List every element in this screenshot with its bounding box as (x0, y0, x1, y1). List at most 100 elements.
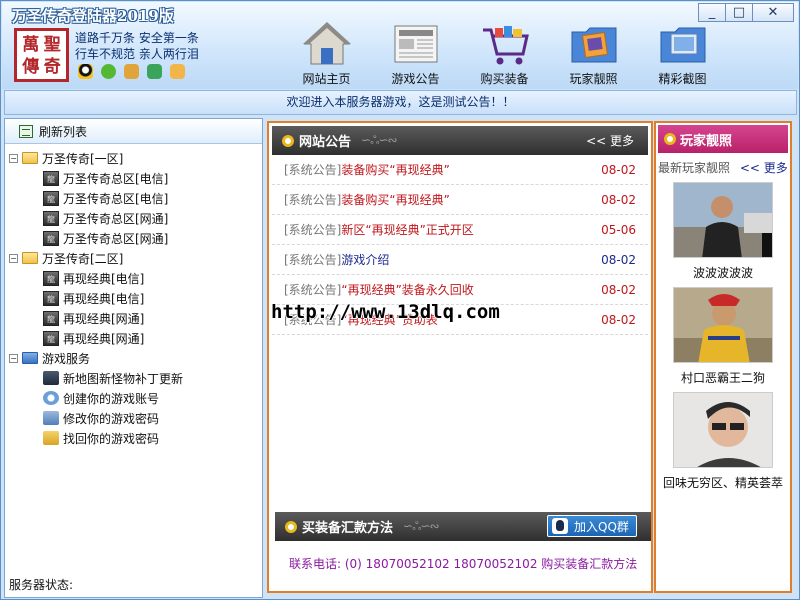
game-icon[interactable] (124, 64, 139, 79)
news-category: [系统公告] (284, 163, 342, 177)
server-tree: − 万圣传奇[一区] 龍万圣传奇总区[电信] 龍万圣传奇总区[电信] 龍万圣传奇… (5, 144, 262, 448)
news-title-link[interactable]: 游戏介绍 (341, 251, 389, 268)
window-title: 万圣传奇登陆器2019版 (12, 7, 174, 25)
tree-group[interactable]: − 万圣传奇[二区] (5, 248, 262, 268)
tree-item[interactable]: 龍万圣传奇总区[网通] (5, 208, 262, 228)
news-header: 网站公告 ∽ஃ∽∾ << 更多 (272, 126, 648, 155)
player-caption: 村口恶霸王二狗 (680, 371, 765, 385)
news-item[interactable]: [系统公告] 游戏介绍 08-02 (272, 245, 648, 275)
refresh-label: 刷新列表 (39, 124, 88, 139)
server-icon: 龍 (43, 310, 59, 326)
tree-item-label: 万圣传奇总区[网通] (63, 231, 169, 246)
nav-player-photos[interactable]: 玩家靓照 (549, 20, 638, 87)
ornament-icon: ∽ஃ∽∾ (403, 518, 440, 533)
tree-item[interactable]: 龍万圣传奇总区[电信] (5, 188, 262, 208)
news-item[interactable]: [系统公告] 装备购买“再现经典” 08-02 (272, 155, 648, 185)
server-list-panel: 刷新列表 − 万圣传奇[一区] 龍万圣传奇总区[电信] 龍万圣传奇总区[电信] … (4, 118, 263, 598)
home-icon (301, 20, 353, 68)
news-date: 08-02 (601, 312, 636, 327)
slogan-line: 行车不规范 亲人两行泪 (75, 47, 199, 61)
tree-group[interactable]: − 万圣传奇[一区] (5, 148, 262, 168)
tree-group-label: 万圣传奇[二区] (42, 251, 124, 266)
news-more-link[interactable]: << 更多 (586, 132, 634, 149)
bullet-icon (285, 520, 297, 533)
close-button[interactable]: ✕ (752, 3, 794, 22)
tree-item-label: 万圣传奇总区[网通] (63, 211, 169, 226)
news-title-link[interactable]: 装备购买“再现经典” (341, 161, 449, 178)
nav-label: 网站主页 (302, 72, 351, 86)
collapse-icon[interactable]: − (9, 353, 18, 363)
bullet-icon (282, 134, 294, 147)
collapse-icon[interactable]: − (9, 153, 18, 163)
phone-icon[interactable] (147, 64, 162, 79)
collapse-icon[interactable]: − (9, 253, 18, 263)
change-password-icon (43, 411, 59, 425)
tree-item[interactable]: 龍再现经典[网通] (5, 328, 262, 348)
news-category: [系统公告] (284, 193, 342, 207)
logo-char: 奇 (43, 57, 61, 77)
news-category: [系统公告] (284, 253, 342, 267)
news-item[interactable]: [系统公告] 新区“再现经典”正式开区 05-06 (272, 215, 648, 245)
refresh-list-button[interactable]: 刷新列表 (5, 119, 262, 144)
tree-item[interactable]: 龍再现经典[电信] (5, 268, 262, 288)
nav-buy-equipment[interactable]: 购买装备 (460, 20, 549, 87)
news-item[interactable]: [系统公告] 装备购买“再现经典” 08-02 (272, 185, 648, 215)
newspaper-icon (390, 20, 442, 68)
nav-label: 玩家靓照 (569, 72, 618, 86)
mail-icon[interactable] (170, 64, 185, 79)
news-date: 08-02 (601, 192, 636, 207)
tree-item[interactable]: 龍万圣传奇总区[电信] (5, 168, 262, 188)
tree-item-label: 万圣传奇总区[电信] (63, 191, 169, 206)
server-icon: 龍 (43, 210, 59, 226)
player-photo[interactable] (673, 392, 773, 468)
tree-item-label: 再现经典[网通] (63, 331, 145, 346)
create-account-icon (43, 391, 59, 405)
wechat-icon[interactable] (101, 64, 116, 79)
tree-item[interactable]: 龍再现经典[电信] (5, 288, 262, 308)
nav-announcements[interactable]: 游戏公告 (371, 20, 460, 87)
qq-button-label: 加入QQ群 (574, 519, 629, 534)
players-more-link[interactable]: << 更多 (740, 161, 788, 175)
folder-icon (22, 252, 38, 264)
news-title-link[interactable]: 装备购买“再现经典” (341, 191, 449, 208)
logo-char: 傳 (22, 57, 40, 77)
news-category: [系统公告] (284, 223, 342, 237)
news-category: [系统公告] (284, 283, 342, 297)
watermark-url: http://www.13dlq.com (271, 301, 500, 323)
main-nav: 网站主页 游戏公告 购买装备 玩家靓照 精彩截图 (282, 20, 727, 87)
news-title-link[interactable]: “再现经典”装备永久回收 (341, 281, 473, 298)
tree-item[interactable]: 新地图新怪物补丁更新 (5, 368, 262, 388)
join-qq-group-button[interactable]: 加入QQ群 (547, 515, 637, 537)
slogan-line: 道路千万条 安全第一条 (75, 31, 199, 45)
nav-label: 精彩截图 (658, 72, 707, 86)
player-caption: 波波波波波 (692, 266, 753, 280)
recover-password-icon (43, 431, 59, 445)
nav-screenshots[interactable]: 精彩截图 (638, 20, 727, 87)
qq-icon[interactable] (78, 64, 93, 79)
tree-item[interactable]: 龍万圣传奇总区[网通] (5, 228, 262, 248)
logo: 萬 聖 傳 奇 (14, 28, 69, 82)
tree-group[interactable]: − 游戏服务 (5, 348, 262, 368)
nav-label: 购买装备 (480, 72, 529, 86)
server-icon: 龍 (43, 330, 59, 346)
tree-item-label: 再现经典[网通] (63, 311, 145, 326)
player-caption: 回味无穷区、精英荟萃 (662, 476, 783, 490)
tree-item[interactable]: 找回你的游戏密码 (5, 428, 262, 448)
server-icon: 龍 (43, 270, 59, 286)
players-subtitle: 最新玩家靓照 (658, 161, 731, 175)
tree-item-label: 新地图新怪物补丁更新 (63, 371, 184, 386)
maximize-button[interactable]: □ (725, 3, 753, 22)
tree-item[interactable]: 龍再现经典[网通] (5, 308, 262, 328)
tree-item[interactable]: 修改你的游戏密码 (5, 408, 262, 428)
player-photo[interactable] (673, 287, 773, 363)
server-icon: 龍 (43, 290, 59, 306)
news-title-link[interactable]: 新区“再现经典”正式开区 (341, 221, 473, 238)
payment-title: 买装备汇款方法 (302, 521, 394, 536)
contact-info[interactable]: 联系电话: (0) 18070052102 18070052102 购买装备汇款… (289, 555, 637, 572)
player-photo[interactable] (673, 182, 773, 258)
nav-home[interactable]: 网站主页 (282, 20, 371, 87)
tree-item[interactable]: 创建你的游戏账号 (5, 388, 262, 408)
logo-char: 萬 (22, 35, 40, 55)
server-icon: 龍 (43, 170, 59, 186)
players-subheader: 最新玩家靓照 << 更多 (656, 155, 790, 176)
